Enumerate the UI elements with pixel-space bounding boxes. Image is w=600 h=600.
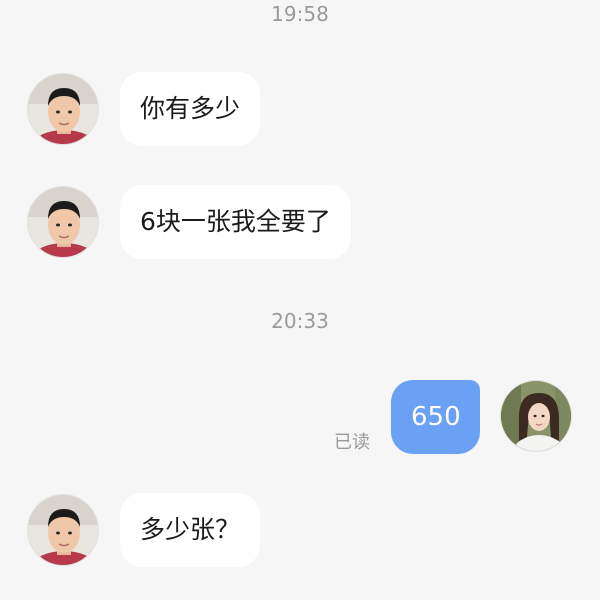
- contact-avatar[interactable]: [27, 494, 99, 566]
- message-bubble-outgoing[interactable]: 650: [391, 380, 480, 454]
- message-bubble-incoming[interactable]: 6块一张我全要了: [120, 185, 351, 259]
- message-bubble-incoming[interactable]: 你有多少: [120, 72, 261, 146]
- timestamp: 19:58: [271, 2, 329, 26]
- contact-avatar[interactable]: [27, 186, 99, 258]
- message-bubble-incoming[interactable]: 多少张？: [120, 493, 261, 567]
- self-avatar[interactable]: [500, 380, 572, 452]
- contact-avatar[interactable]: [27, 73, 99, 145]
- timestamp: 20:33: [271, 309, 329, 333]
- read-receipt: 已读: [334, 432, 370, 453]
